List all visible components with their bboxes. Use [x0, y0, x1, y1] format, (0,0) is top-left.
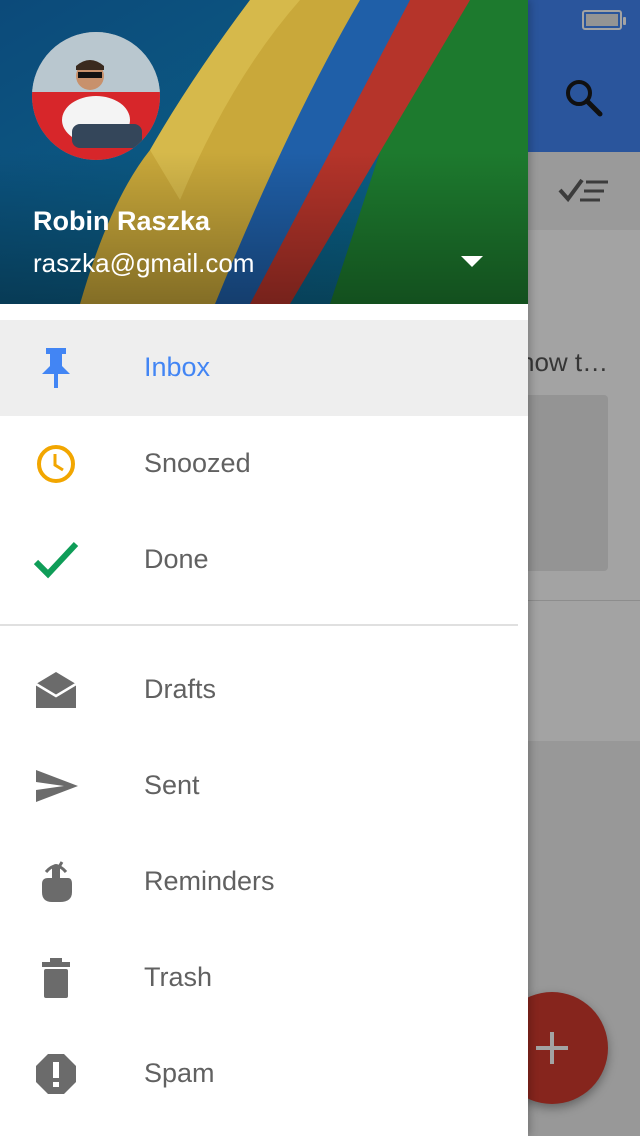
nav-item-reminders[interactable]: Reminders — [0, 834, 528, 930]
nav-item-trash[interactable]: Trash — [0, 930, 528, 1026]
send-icon — [32, 762, 80, 810]
reminder-finger-icon — [32, 858, 80, 906]
nav-item-snoozed[interactable]: Snoozed — [0, 416, 528, 512]
nav-item-inbox[interactable]: Inbox — [0, 320, 528, 416]
nav-label: Reminders — [144, 866, 275, 896]
nav-item-sent[interactable]: Sent — [0, 738, 528, 834]
nav-label: Sent — [144, 770, 200, 800]
account-email: raszka@gmail.com — [33, 248, 255, 278]
nav-label: Done — [144, 544, 209, 574]
nav-item-spam[interactable]: Spam — [0, 1026, 528, 1122]
trash-icon — [32, 954, 80, 1002]
nav-item-drafts[interactable]: Drafts — [0, 642, 528, 738]
open-envelope-icon — [32, 666, 80, 714]
pin-icon — [32, 344, 80, 392]
nav-label: Inbox — [144, 352, 211, 382]
account-switcher-button[interactable] — [452, 246, 492, 278]
check-icon — [32, 536, 80, 584]
nav-label: Spam — [144, 1058, 215, 1088]
dropdown-arrow-icon — [461, 256, 483, 267]
navigation-drawer: Robin Raszka raszka@gmail.com Inbox Snoo… — [0, 0, 528, 1136]
nav-label: Trash — [144, 962, 213, 992]
avatar[interactable] — [32, 32, 160, 160]
account-name: Robin Raszka — [33, 206, 211, 236]
account-header[interactable]: Robin Raszka raszka@gmail.com — [0, 0, 528, 304]
clock-icon — [32, 440, 80, 488]
spam-icon — [32, 1050, 80, 1098]
nav-item-done[interactable]: Done — [0, 512, 528, 608]
drawer-divider — [0, 624, 518, 626]
nav-label: Snoozed — [144, 448, 251, 478]
nav-label: Drafts — [144, 674, 217, 704]
